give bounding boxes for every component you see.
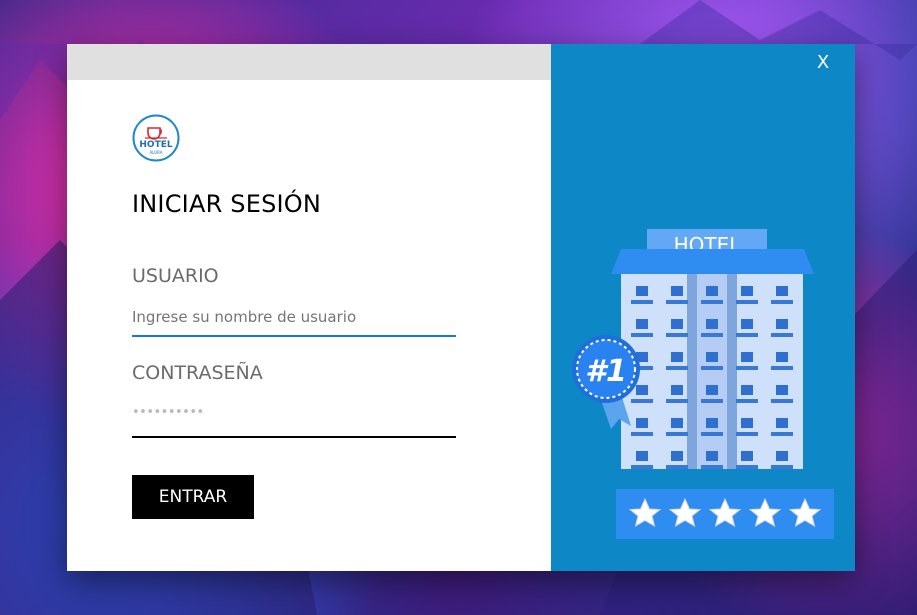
username-underline — [132, 335, 456, 337]
window-drag-bar[interactable] — [67, 44, 551, 80]
svg-text:HOTEL: HOTEL — [139, 140, 172, 150]
password-label: CONTRASEÑA — [132, 362, 263, 384]
hotel-logo: HOTEL ALURA — [132, 114, 180, 162]
page-title: INICIAR SESIÓN — [132, 190, 322, 218]
username-input[interactable] — [132, 302, 456, 332]
svg-text:#1: #1 — [585, 354, 627, 389]
illustration-panel: X HOTEL #1 — [551, 44, 855, 571]
enter-button[interactable]: ENTRAR — [132, 475, 254, 519]
username-label: USUARIO — [132, 265, 219, 287]
hotel-building-illustration: HOTEL #1 — [572, 229, 834, 539]
close-button[interactable]: X — [811, 52, 835, 74]
login-window: HOTEL ALURA INICIAR SESIÓN USUARIO CONTR… — [67, 44, 855, 571]
password-underline — [132, 436, 456, 438]
login-panel: HOTEL ALURA INICIAR SESIÓN USUARIO CONTR… — [67, 44, 551, 571]
password-input[interactable]: •••••••••• — [132, 403, 456, 433]
svg-text:ALURA: ALURA — [149, 150, 162, 155]
